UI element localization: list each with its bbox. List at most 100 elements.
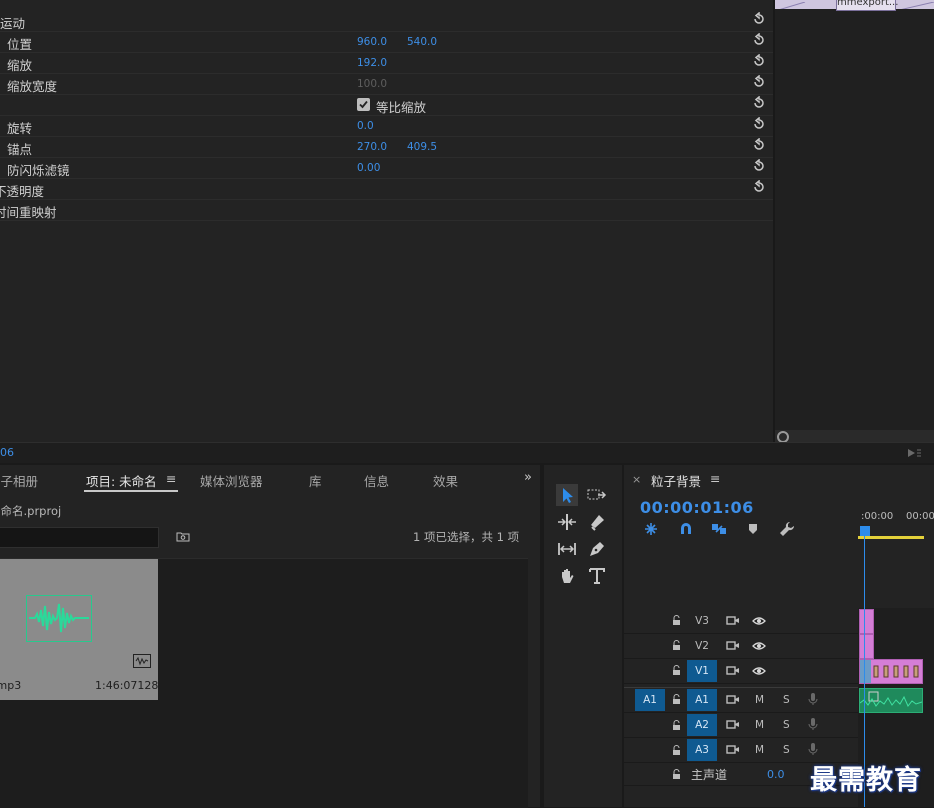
panel-menu-icon[interactable]: ≡: [166, 471, 176, 486]
effect-row-motion[interactable]: 运动: [0, 10, 773, 32]
rotation-value[interactable]: 0.0: [357, 120, 374, 132]
reset-icon[interactable]: [752, 96, 766, 110]
effect-timecode[interactable]: 06: [0, 446, 14, 459]
reset-icon[interactable]: [752, 117, 766, 131]
new-bin-search-icon[interactable]: [176, 531, 190, 542]
effect-row-uniform-scale[interactable]: 等比缩放: [0, 94, 773, 116]
selection-tool[interactable]: [556, 484, 578, 506]
effect-row-anchor[interactable]: 锚点 270.0 409.5: [0, 136, 773, 158]
pen-tool[interactable]: [586, 538, 608, 560]
track-label-v3[interactable]: V3: [687, 610, 717, 632]
track-label-v1[interactable]: V1: [687, 660, 717, 682]
reset-icon[interactable]: [752, 159, 766, 173]
sequence-tab[interactable]: 粒子背景: [651, 471, 701, 490]
lock-icon[interactable]: [672, 694, 681, 705]
sequence-timecode[interactable]: 00:00:01:06: [640, 498, 754, 517]
play-audio-icon[interactable]: [907, 447, 923, 459]
sync-lock-icon[interactable]: [726, 744, 740, 755]
position-y-value[interactable]: 540.0: [407, 36, 437, 48]
reset-icon[interactable]: [752, 54, 766, 68]
sync-lock-icon[interactable]: [726, 694, 740, 705]
anchor-x-value[interactable]: 270.0: [357, 141, 387, 153]
scale-value[interactable]: 192.0: [357, 57, 387, 69]
track-label-a2[interactable]: A2: [687, 714, 717, 736]
track-select-tool[interactable]: [586, 484, 608, 506]
add-marker-icon[interactable]: [747, 522, 759, 536]
eye-icon[interactable]: [752, 666, 766, 676]
razor-tool[interactable]: [586, 511, 608, 533]
reset-icon[interactable]: [752, 180, 766, 194]
solo-button[interactable]: S: [783, 719, 790, 731]
tab-media-browser[interactable]: 媒体浏览器: [200, 471, 263, 490]
tab-project[interactable]: 项目: 未命名: [86, 471, 157, 490]
sync-lock-icon[interactable]: [726, 615, 740, 626]
mute-button[interactable]: M: [755, 719, 764, 731]
slip-tool[interactable]: [556, 538, 578, 560]
audio-clip-a1[interactable]: [859, 688, 923, 713]
track-v2[interactable]: [624, 634, 858, 659]
close-icon[interactable]: ×: [632, 473, 641, 486]
effect-row-opacity[interactable]: 不透明度: [0, 178, 773, 200]
effect-row-scale-width[interactable]: 缩放宽度 100.0: [0, 73, 773, 95]
effect-row-position[interactable]: 位置 960.0 540.0: [0, 31, 773, 53]
search-input[interactable]: [0, 527, 159, 548]
nest-sequence-icon[interactable]: [643, 521, 659, 537]
track-label-v2[interactable]: V2: [687, 635, 717, 657]
reset-icon[interactable]: [752, 33, 766, 47]
track-v1[interactable]: [624, 659, 858, 684]
tab-libraries[interactable]: 库: [309, 471, 322, 490]
sequence-menu-icon[interactable]: ≡: [710, 471, 720, 486]
video-clip-v2[interactable]: [859, 634, 874, 659]
reset-icon[interactable]: [752, 12, 766, 26]
track-label-a1[interactable]: A1: [687, 689, 717, 711]
sync-lock-icon[interactable]: [726, 719, 740, 730]
video-clip-v1[interactable]: [859, 659, 923, 684]
effect-row-time-remap[interactable]: 时间重映射: [0, 199, 773, 221]
microphone-icon[interactable]: [808, 692, 818, 706]
microphone-icon[interactable]: [808, 742, 818, 756]
lock-icon[interactable]: [672, 615, 681, 626]
mute-button[interactable]: M: [755, 694, 764, 706]
track-v3[interactable]: [624, 609, 858, 634]
solo-button[interactable]: S: [783, 694, 790, 706]
master-volume-value[interactable]: 0.0: [767, 768, 785, 781]
track-label-a3[interactable]: A3: [687, 739, 717, 761]
reset-icon[interactable]: [752, 75, 766, 89]
uniform-scale-checkbox[interactable]: [357, 98, 370, 111]
project-scrollbar[interactable]: [528, 558, 540, 807]
effect-row-rotation[interactable]: 旋转 0.0: [0, 115, 773, 137]
tab-info[interactable]: 信息: [364, 471, 389, 490]
playhead-handle[interactable]: [860, 526, 870, 536]
track-a2[interactable]: [624, 713, 858, 738]
wrench-icon[interactable]: [779, 521, 795, 537]
lock-icon[interactable]: [672, 745, 681, 756]
lock-icon[interactable]: [672, 640, 681, 651]
tab-album[interactable]: 电子相册: [0, 471, 38, 490]
eye-icon[interactable]: [752, 616, 766, 626]
hand-tool[interactable]: [556, 565, 578, 587]
anti-flicker-value[interactable]: 0.00: [357, 162, 380, 174]
eye-icon[interactable]: [752, 641, 766, 651]
double-chevron-right-icon[interactable]: »: [524, 470, 532, 485]
solo-button[interactable]: S: [783, 744, 790, 756]
sync-lock-icon[interactable]: [726, 640, 740, 651]
linked-selection-icon[interactable]: [711, 521, 727, 537]
microphone-icon[interactable]: [808, 717, 818, 731]
lock-icon[interactable]: [672, 720, 681, 731]
mini-zoom-scrollbar[interactable]: [775, 430, 934, 442]
work-area-bar[interactable]: [858, 536, 924, 539]
effect-row-scale[interactable]: 缩放 192.0: [0, 52, 773, 74]
position-x-value[interactable]: 960.0: [357, 36, 387, 48]
source-patch-a1[interactable]: A1: [635, 689, 665, 711]
sync-lock-icon[interactable]: [726, 665, 740, 676]
effect-controls-mini-timeline[interactable]: [775, 0, 934, 440]
mute-button[interactable]: M: [755, 744, 764, 756]
video-clip-v3[interactable]: [859, 609, 874, 634]
lock-icon[interactable]: [672, 665, 681, 676]
type-tool[interactable]: [586, 565, 608, 587]
effect-row-anti-flicker[interactable]: 防闪烁滤镜 0.00: [0, 157, 773, 179]
snap-magnet-icon[interactable]: [678, 521, 694, 537]
ripple-edit-tool[interactable]: [556, 511, 578, 533]
tab-effects[interactable]: 效果: [433, 471, 458, 490]
lock-icon[interactable]: [672, 769, 681, 780]
